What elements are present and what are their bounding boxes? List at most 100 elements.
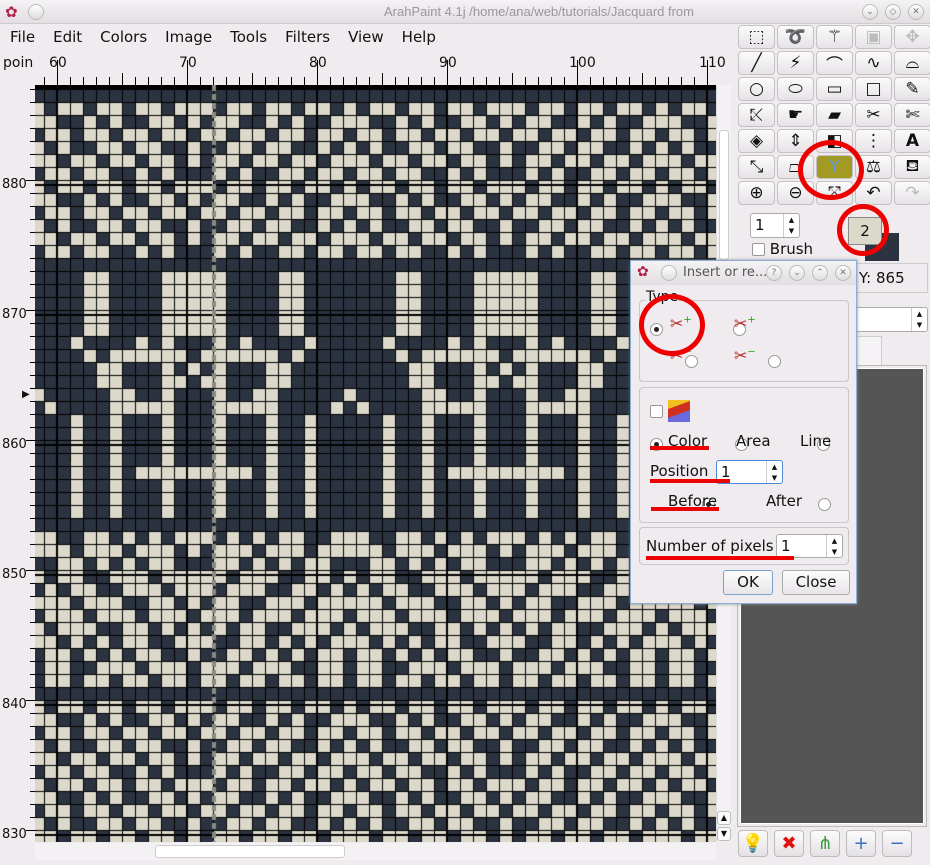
vertical-scroll-thumb[interactable] [719,130,729,260]
smudge-icon: ☛ [787,105,804,125]
ruler-top-label: 60 [49,55,67,71]
type-insert-vertical-radio[interactable] [650,322,663,336]
compress-icon: ⋮ [865,131,882,151]
remove-icon: − [889,833,905,854]
dialog-help-button[interactable]: ? [766,265,782,281]
merge-button[interactable]: ⋔ [810,830,840,857]
polyline-tool[interactable]: ⚡ [777,51,814,75]
menu-edit[interactable]: Edit [44,24,91,52]
remove-button[interactable]: − [882,830,912,857]
ellipse-icon: ⬭ [788,79,803,99]
eraser-tool[interactable]: ▰ [816,103,853,127]
undo-tool[interactable]: ↶ [855,181,892,205]
zoom-in-tool[interactable]: ⊕ [738,181,775,205]
after-radio[interactable] [817,497,831,511]
curve-tool[interactable]: ⌒ [816,51,853,76]
bulb-button[interactable]: 💡 [738,830,768,857]
foreground-color-swatch[interactable]: 2 [848,217,882,245]
ruler-top-label: 70 [179,55,197,71]
layers-icon [668,400,690,422]
ruler-left-label: 850 [2,567,27,582]
ruler-left-label: 840 [2,697,27,712]
spin-down-icon[interactable]: ▼ [789,227,794,235]
horizontal-scrollbar[interactable] [35,843,716,860]
compress-tool[interactable]: ⋮ [855,129,892,153]
pixels-value[interactable]: 1 [777,535,826,557]
dialog-maximize-button[interactable]: ⌃ [812,265,828,281]
cut-tool[interactable]: ✂ [855,103,892,127]
zoom-out-tool[interactable]: ⊖ [777,181,814,205]
ok-button[interactable]: OK [723,570,773,595]
pixels-spinbox[interactable]: 1 ▲ ▼ [776,534,843,558]
magic-wand-tool[interactable]: ⚚ [816,25,853,49]
bezier-tool[interactable]: ⌓ [894,51,930,75]
rectangle-tool[interactable]: ▭ [816,77,853,101]
menu-filters[interactable]: Filters [276,24,339,52]
brush-checkbox[interactable] [752,243,765,256]
insert-remove-tool[interactable]: Y [816,155,853,179]
close-dialog-button[interactable]: Close [782,570,850,595]
zoom-in-icon: ⊕ [749,183,764,203]
lasso-tool[interactable]: ➰ [777,25,814,49]
menu-colors[interactable]: Colors [91,24,156,52]
text-tool[interactable]: A [894,129,930,153]
magic-wand-icon: ⚚ [826,27,843,47]
cut-side-tool[interactable]: ✄ [894,103,930,127]
menu-help[interactable]: Help [393,24,445,52]
type-label: Type [646,289,679,305]
cut-side-icon: ✄ [905,105,920,125]
pencil-tool[interactable]: ✎ [894,77,930,101]
menu-image[interactable]: Image [156,24,221,52]
menu-view[interactable]: View [339,24,393,52]
ellipse-tool[interactable]: ⬭ [777,77,814,101]
menu-file[interactable]: File [0,24,44,52]
move-tool[interactable]: ✥ [894,25,930,49]
spin-up-icon[interactable]: ▲ [789,216,794,224]
drawing-canvas[interactable] [35,85,716,842]
circle-tool[interactable]: ○ [738,77,775,101]
minimize-button[interactable]: ⌄ [862,4,878,20]
text-icon: A [905,131,920,151]
dialog-minimize-button[interactable]: ⌄ [789,265,805,281]
horizontal-scroll-thumb[interactable] [155,845,345,858]
square-tool[interactable]: □ [855,77,892,101]
layer-spinbox[interactable]: ▲ ▼ [850,307,928,332]
transform-tool[interactable]: ◈ [738,129,775,153]
flip-vertical-tool[interactable]: ⇕ [777,129,814,153]
add-button[interactable]: + [846,830,876,857]
scale-tool[interactable]: ⤡ [738,155,775,179]
type-remove-horizontal-radio[interactable] [768,354,782,368]
fill-tool[interactable]: ⛾ [894,155,930,179]
close-button[interactable]: ✕ [908,4,924,20]
brush-checkbox-row[interactable]: Brush [752,240,813,258]
scroll-up-button[interactable]: ▲ [717,811,731,825]
bezier-points-tool[interactable]: ∿ [855,51,892,75]
line-tool[interactable]: ╱ [738,51,775,75]
rect-select-tool[interactable]: ⬚ [738,25,775,49]
menu-tools[interactable]: Tools [221,24,276,52]
scroll-down-button[interactable]: ▼ [717,827,731,841]
ruler-unit-label: poin [3,55,34,71]
lasso-icon: ➰ [784,27,807,47]
perspective-tool[interactable]: ◧ [816,129,853,153]
compass-tool[interactable]: ⚖ [855,155,892,179]
redo-tool[interactable]: ↷ [894,181,930,205]
flip-vertical-icon: ⇕ [788,131,803,151]
dialog-close-button[interactable]: ✕ [835,265,851,281]
crop-tool[interactable]: ▣ [855,25,892,49]
layers-checkbox[interactable] [650,405,663,418]
size-spinbox[interactable]: 1 ▲ ▼ [750,213,800,238]
ruler-left-label: 880 [2,177,27,192]
smudge-tool[interactable]: ☛ [777,103,814,127]
size-value[interactable]: 1 [751,214,783,237]
ruler-top-label: 80 [309,55,327,71]
skew-tool[interactable]: ⏢ [777,155,814,179]
square-icon: □ [865,79,882,99]
expand-tool[interactable]: ⤧ [816,181,853,205]
delete-button[interactable]: ✖ [774,830,804,857]
undo-icon: ↶ [866,183,881,203]
dialog-menu-button[interactable] [661,265,677,281]
pipette-tool[interactable]: ⤪ [738,103,775,127]
jacquard-pattern[interactable] [35,85,716,842]
maximize-button[interactable]: ◇ [885,4,901,20]
